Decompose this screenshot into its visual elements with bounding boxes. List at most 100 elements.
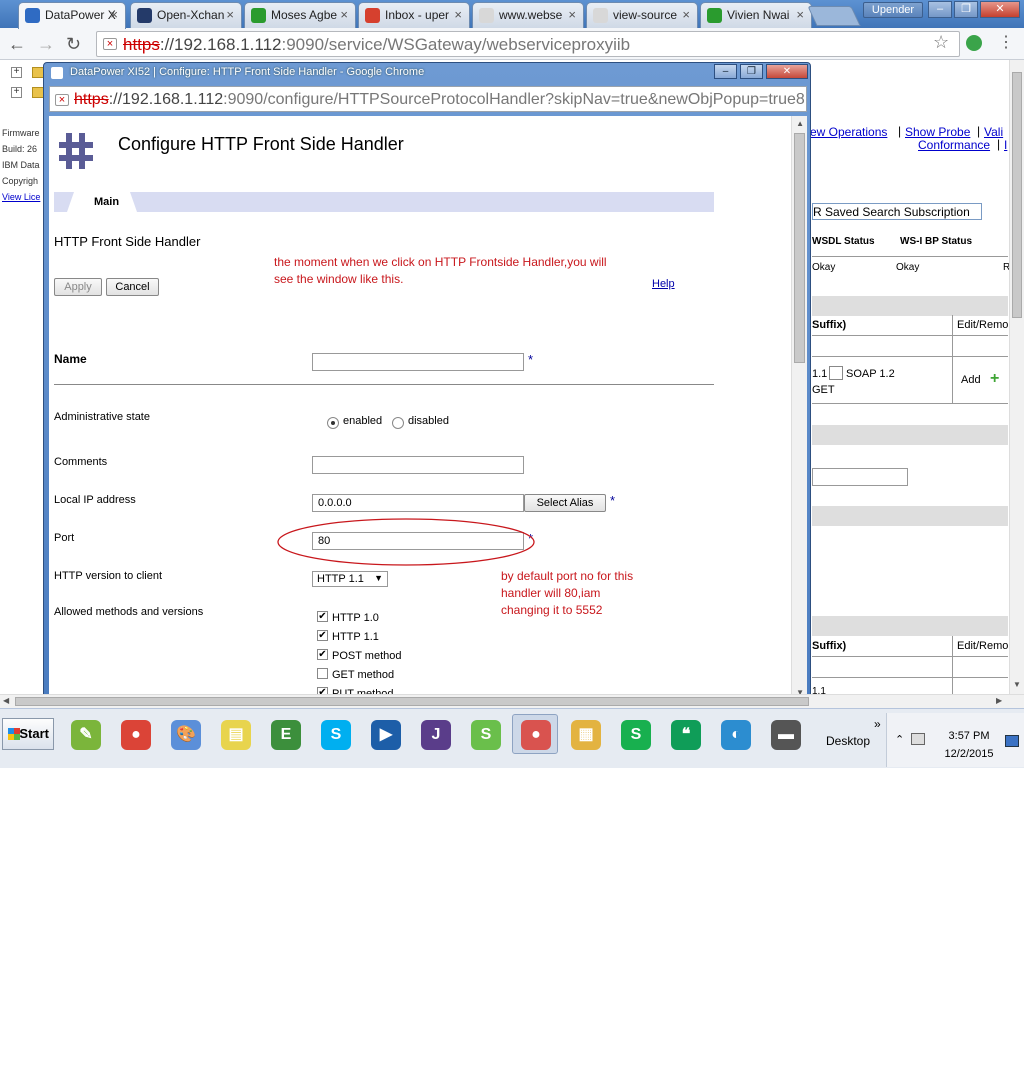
saved-search-subscription[interactable]: R Saved Search Subscription — [812, 203, 982, 220]
close-tab-icon[interactable]: × — [682, 7, 690, 22]
tab-inbox[interactable]: Inbox - uper × — [358, 2, 470, 28]
profile-button[interactable]: Upender — [863, 2, 923, 18]
photo-icon: ▬ — [771, 720, 801, 750]
local-ip-input[interactable]: 0.0.0.0 — [312, 494, 524, 512]
view-license-link[interactable]: View Lice — [2, 192, 40, 202]
scroll-down-arrow-icon[interactable]: ▼ — [1013, 680, 1021, 689]
scroll-up-arrow-icon[interactable]: ▲ — [796, 119, 804, 128]
scroll-right-arrow-icon[interactable]: ▶ — [996, 696, 1002, 705]
show-desktop-icon[interactable] — [1005, 735, 1019, 747]
tab-datapower[interactable]: DataPower X × — [18, 2, 126, 29]
close-tab-icon[interactable]: × — [110, 7, 118, 22]
toolbar-expand-icon[interactable]: » — [874, 717, 881, 731]
menu-icon[interactable]: ⋮ — [998, 32, 1014, 52]
network-icon[interactable] — [911, 733, 925, 745]
tree-expand-icon[interactable]: + — [11, 67, 22, 78]
http-version-select[interactable]: HTTP 1.1 ▼ — [312, 571, 388, 587]
popup-address-bar[interactable]: × https://192.168.1.112:9090/configure/H… — [49, 86, 807, 112]
taskbar-app-button[interactable]: ✎ — [62, 714, 108, 754]
taskbar-app-button[interactable]: S — [312, 714, 358, 754]
conformance-link[interactable]: Conformance — [918, 138, 990, 152]
method-checkbox[interactable]: ✔ — [317, 630, 328, 641]
soap12-checkbox[interactable] — [829, 366, 843, 380]
name-input[interactable] — [312, 353, 524, 371]
taskbar-app-button[interactable]: ● — [512, 714, 558, 754]
page-favicon-icon — [479, 8, 494, 23]
close-window-button[interactable]: ✕ — [980, 1, 1020, 18]
explorer-icon: ▦ — [571, 720, 601, 750]
bookmark-star-icon[interactable]: ☆ — [933, 32, 949, 53]
address-bar[interactable]: × https://192.168.1.112:9090/service/WSG… — [96, 31, 960, 57]
get-label: GET — [812, 384, 835, 396]
page-scroll-thumb[interactable] — [1012, 72, 1022, 318]
view-operations-link[interactable]: ew Operations — [810, 125, 887, 139]
evernote-icon: E — [271, 720, 301, 750]
start-button[interactable]: Start — [2, 718, 54, 750]
clock[interactable]: 3:57 PM 12/2/2015 — [937, 727, 1001, 763]
comments-label: Comments — [54, 456, 108, 468]
method-checkbox[interactable] — [317, 668, 328, 679]
back-arrow-icon[interactable]: ← — [8, 34, 26, 55]
taskbar-app-button[interactable]: ▦ — [562, 714, 608, 754]
taskbar-app-button[interactable]: S — [462, 714, 508, 754]
taskbar-app-button[interactable]: S — [612, 714, 658, 754]
scroll-left-arrow-icon[interactable]: ◀ — [3, 696, 9, 705]
tree-expand-icon[interactable]: + — [11, 87, 22, 98]
disabled-radio[interactable] — [392, 417, 404, 429]
help-link[interactable]: Help — [652, 278, 675, 290]
taskbar-app-button[interactable]: ▶ — [362, 714, 408, 754]
forward-arrow-icon[interactable]: → — [37, 34, 55, 55]
taskbar-app-button[interactable]: ❝ — [662, 714, 708, 754]
popup-url-scheme: https — [74, 91, 109, 108]
show-probe-link[interactable]: Show Probe — [905, 125, 970, 139]
link-separator: | — [997, 137, 1001, 151]
horizontal-scroll-thumb[interactable] — [15, 697, 809, 706]
popup-scroll-thumb[interactable] — [794, 133, 805, 363]
select-alias-button[interactable]: Select Alias — [524, 494, 606, 512]
taskbar-app-button[interactable]: ● — [112, 714, 158, 754]
add-plus-icon[interactable]: + — [990, 370, 999, 388]
method-checkbox[interactable]: ✔ — [317, 611, 328, 622]
taskbar-app-button[interactable]: E — [262, 714, 308, 754]
tab-vivien[interactable]: Vivien Nwai × — [700, 2, 812, 28]
method-checkbox[interactable]: ✔ — [317, 649, 328, 660]
close-tab-icon[interactable]: × — [796, 7, 804, 22]
divider — [812, 656, 1008, 657]
reload-icon[interactable]: ↻ — [66, 34, 81, 55]
close-tab-icon[interactable]: × — [226, 7, 234, 22]
popup-maximize-button[interactable]: ❐ — [740, 64, 763, 79]
apply-button[interactable]: Apply — [54, 278, 102, 296]
port-label: Port — [54, 532, 75, 544]
taskbar-app-button[interactable]: ▬ — [762, 714, 808, 754]
minimize-button[interactable]: ‒ — [928, 1, 952, 18]
popup-vertical-scrollbar[interactable]: ▲ ▼ — [791, 116, 807, 702]
enabled-radio[interactable] — [327, 417, 339, 429]
cancel-button[interactable]: Cancel — [106, 278, 159, 296]
maximize-button[interactable]: ❐ — [954, 1, 978, 18]
tray-expand-icon[interactable]: ⌃ — [895, 733, 904, 746]
background-input[interactable] — [812, 468, 908, 486]
validate-link[interactable]: Vali — [984, 125, 1003, 139]
page-vertical-scrollbar[interactable]: ▼ — [1009, 60, 1024, 694]
tab-open-xchange[interactable]: Open-Xchan × — [130, 2, 242, 28]
close-tab-icon[interactable]: × — [340, 7, 348, 22]
popup-close-button[interactable]: ✕ — [766, 64, 808, 79]
taskbar-app-button[interactable]: ◐ — [712, 714, 758, 754]
tab-webservice[interactable]: www.webse × — [472, 2, 584, 28]
datapower-favicon-icon — [25, 8, 40, 23]
close-tab-icon[interactable]: × — [454, 7, 462, 22]
new-tab-button[interactable] — [807, 6, 861, 26]
tab-moses[interactable]: Moses Agbe × — [244, 2, 356, 28]
chevron-down-icon: ▼ — [374, 573, 383, 583]
close-tab-icon[interactable]: × — [568, 7, 576, 22]
page-horizontal-scrollbar[interactable]: ◀ ▶ — [0, 694, 1024, 708]
comments-input[interactable] — [312, 456, 524, 474]
trailing-link[interactable]: I — [1004, 138, 1007, 152]
tab-view-source[interactable]: view-source × — [586, 2, 698, 28]
popup-minimize-button[interactable]: ‒ — [714, 64, 737, 79]
taskbar-app-button[interactable]: ▤ — [212, 714, 258, 754]
evernote-extension-icon[interactable] — [966, 35, 982, 51]
taskbar-app-button[interactable]: 🎨 — [162, 714, 208, 754]
taskbar-app-button[interactable]: J — [412, 714, 458, 754]
desktop-toolbar-label[interactable]: Desktop — [826, 734, 870, 748]
